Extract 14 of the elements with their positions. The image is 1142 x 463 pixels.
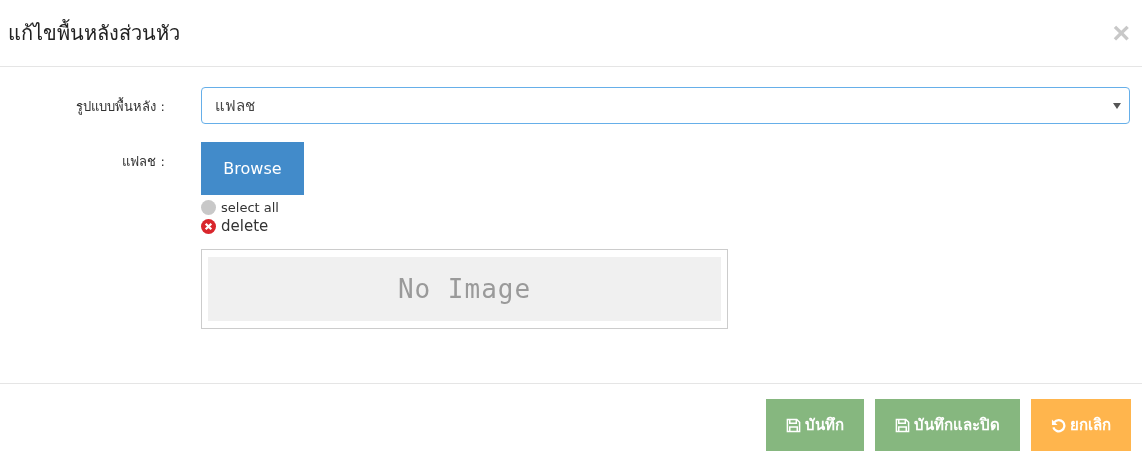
field-label: รูปแบบพื้นหลัง :	[75, 96, 165, 117]
select-all-label[interactable]: select all	[221, 200, 279, 215]
dropdown-caret-icon	[1113, 102, 1121, 109]
select-all-radio[interactable]	[201, 200, 216, 215]
background-type-dropdown[interactable]: แฟลช	[201, 87, 1130, 124]
save-button[interactable]: บันทึกและปิด	[875, 399, 1020, 451]
browse-button[interactable]: Browse	[201, 142, 304, 195]
save-button[interactable]: บันทึก	[766, 399, 864, 451]
delete-icon[interactable]	[201, 218, 216, 234]
no-image-text: No Image	[397, 274, 532, 304]
field-label: แฟลช :	[121, 153, 165, 171]
delete-link[interactable]: delete	[221, 217, 269, 235]
undo-icon	[1051, 417, 1066, 433]
dialog-title: แก้ไขพื้นหลังส่วนหัว	[8, 18, 180, 47]
